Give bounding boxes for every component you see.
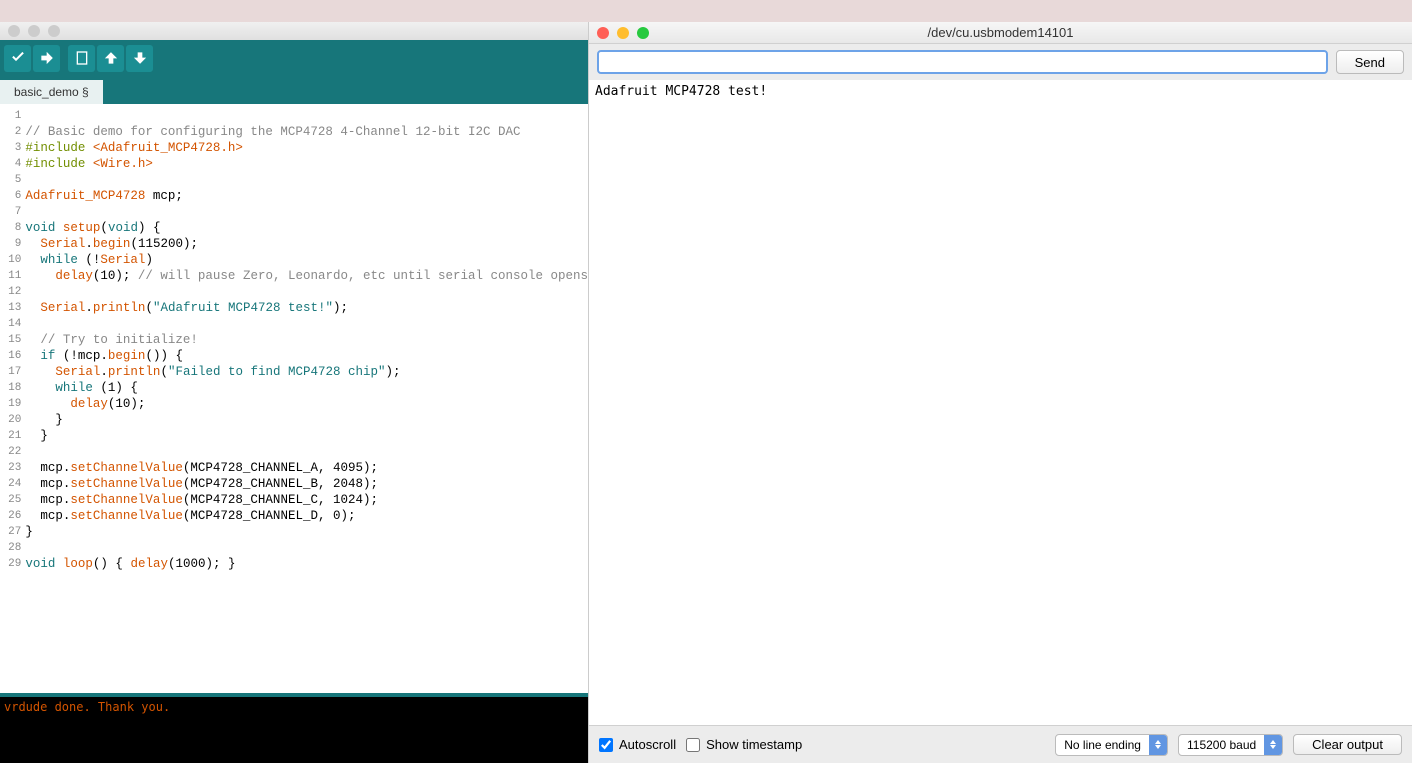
serial-titlebar: /dev/cu.usbmodem14101: [589, 22, 1412, 44]
minimize-icon[interactable]: [28, 25, 40, 37]
console-output: vrdude done. Thank you.: [0, 693, 588, 763]
new-button[interactable]: [68, 45, 95, 72]
sketch-tab[interactable]: basic_demo §: [0, 80, 103, 104]
code-content[interactable]: // Basic demo for configuring the MCP472…: [23, 104, 588, 693]
line-ending-value: No line ending: [1064, 738, 1141, 752]
tab-bar: basic_demo §: [0, 76, 588, 104]
serial-output[interactable]: Adafruit MCP4728 test!: [589, 80, 1412, 725]
autoscroll-checkbox[interactable]: Autoscroll: [599, 737, 676, 752]
upload-button[interactable]: [33, 45, 60, 72]
dropdown-arrow-icon: [1149, 735, 1167, 755]
serial-window-title: /dev/cu.usbmodem14101: [928, 25, 1074, 40]
serial-footer: Autoscroll Show timestamp No line ending…: [589, 725, 1412, 763]
timestamp-checkbox[interactable]: Show timestamp: [686, 737, 802, 752]
baud-select[interactable]: 115200 baud: [1178, 734, 1283, 756]
code-editor[interactable]: 1234567891011121314151617181920212223242…: [0, 104, 588, 693]
serial-input-row: Send: [589, 44, 1412, 80]
maximize-icon[interactable]: [48, 25, 60, 37]
maximize-icon[interactable]: [637, 27, 649, 39]
serial-input[interactable]: [597, 50, 1328, 74]
baud-value: 115200 baud: [1187, 738, 1256, 752]
arduino-toolbar: [0, 40, 588, 76]
line-ending-select[interactable]: No line ending: [1055, 734, 1168, 756]
timestamp-input[interactable]: [686, 738, 700, 752]
verify-button[interactable]: [4, 45, 31, 72]
line-number-gutter: 1234567891011121314151617181920212223242…: [0, 104, 23, 693]
autoscroll-label: Autoscroll: [619, 737, 676, 752]
dropdown-arrow-icon: [1264, 735, 1282, 755]
close-icon[interactable]: [8, 25, 20, 37]
arduino-ide-window: basic_demo § 123456789101112131415161718…: [0, 22, 588, 763]
serial-output-text: Adafruit MCP4728 test!: [595, 84, 767, 99]
minimize-icon[interactable]: [617, 27, 629, 39]
autoscroll-input[interactable]: [599, 738, 613, 752]
console-text: vrdude done. Thank you.: [4, 700, 170, 714]
arduino-titlebar: [0, 22, 588, 40]
close-icon[interactable]: [597, 27, 609, 39]
timestamp-label: Show timestamp: [706, 737, 802, 752]
serial-monitor-window: /dev/cu.usbmodem14101 Send Adafruit MCP4…: [588, 22, 1412, 763]
save-button[interactable]: [126, 45, 153, 72]
open-button[interactable]: [97, 45, 124, 72]
clear-output-button[interactable]: Clear output: [1293, 734, 1402, 755]
send-button[interactable]: Send: [1336, 50, 1404, 74]
